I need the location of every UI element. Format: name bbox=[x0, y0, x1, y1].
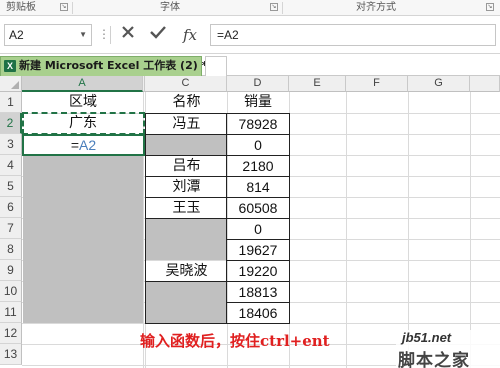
selected-blank-range[interactable] bbox=[23, 156, 143, 323]
ribbon-group-alignment: 对齐方式 bbox=[356, 2, 396, 13]
group-divider bbox=[282, 2, 283, 14]
ribbon-group-labels: 剪贴板 ↘ 字体 ↘ 对齐方式 ↘ bbox=[0, 0, 500, 16]
excel-icon: X bbox=[4, 60, 16, 72]
row-header[interactable]: 11 bbox=[0, 302, 22, 323]
cell-d11[interactable]: 18406 bbox=[227, 303, 289, 323]
row-header[interactable]: 3 bbox=[0, 134, 22, 155]
cell-d6[interactable]: 60508 bbox=[227, 198, 289, 218]
cell-d5[interactable]: 814 bbox=[227, 177, 289, 197]
column-header-g[interactable]: G bbox=[408, 76, 470, 92]
column-header-h[interactable] bbox=[470, 76, 500, 92]
font-launcher-icon[interactable]: ↘ bbox=[270, 3, 278, 11]
cell-a2[interactable]: 广东 bbox=[23, 113, 143, 134]
column-header-d[interactable]: D bbox=[227, 76, 289, 92]
column-header-c[interactable]: C bbox=[145, 76, 227, 92]
row-header[interactable]: 5 bbox=[0, 176, 22, 197]
cell-c9[interactable]: 吴晓波 bbox=[146, 261, 227, 281]
row-header[interactable]: 6 bbox=[0, 197, 22, 218]
cell-d7[interactable]: 0 bbox=[227, 219, 289, 239]
column-header-e[interactable]: E bbox=[289, 76, 346, 92]
select-all-corner[interactable] bbox=[0, 76, 22, 92]
row-header[interactable]: 10 bbox=[0, 281, 22, 302]
chevron-down-icon[interactable]: ▼ bbox=[79, 25, 87, 45]
row-header[interactable]: 12 bbox=[0, 323, 22, 344]
alignment-launcher-icon[interactable]: ↘ bbox=[486, 3, 494, 11]
enter-button[interactable] bbox=[146, 24, 170, 46]
cell-a1[interactable]: 区域 bbox=[23, 92, 143, 113]
column-header-a[interactable]: A bbox=[22, 76, 143, 92]
row-header[interactable]: 13 bbox=[0, 344, 22, 365]
watermark: jb51.net 脚本之家 bbox=[396, 330, 500, 368]
cancel-button[interactable] bbox=[116, 24, 140, 46]
cell-d8[interactable]: 19627 bbox=[227, 240, 289, 260]
group-divider bbox=[72, 2, 73, 14]
cell-d2[interactable]: 78928 bbox=[227, 114, 289, 134]
column-header-f[interactable]: F bbox=[346, 76, 408, 92]
row-header[interactable]: 4 bbox=[0, 155, 22, 176]
workbook-tab[interactable]: X 新建 Microsoft Excel 工作表 (2) * bbox=[0, 56, 207, 76]
cell-d9[interactable]: 19220 bbox=[227, 261, 289, 281]
row-header[interactable]: 8 bbox=[0, 239, 22, 260]
new-workbook-tab[interactable] bbox=[205, 56, 227, 76]
cell-d1[interactable]: 销量 bbox=[227, 92, 289, 113]
cell-c1[interactable]: 名称 bbox=[146, 92, 227, 113]
name-box[interactable]: A2 ▼ bbox=[4, 24, 92, 46]
cell-a3-formula: =A2 bbox=[24, 136, 143, 154]
workbook-tab-bar: X 新建 Microsoft Excel 工作表 (2) * bbox=[0, 54, 500, 76]
active-cell-a3[interactable]: =A2 bbox=[22, 134, 145, 156]
row-header[interactable]: 1 bbox=[0, 92, 22, 113]
cell-c2[interactable]: 冯五 bbox=[146, 114, 227, 134]
formula-equals: = bbox=[70, 137, 80, 153]
cell-d10[interactable]: 18813 bbox=[227, 282, 289, 302]
watermark-url: jb51.net bbox=[402, 330, 452, 345]
formula-input[interactable]: =A2 bbox=[210, 24, 496, 46]
fx-icon: fx bbox=[182, 26, 197, 44]
drag-handle-icon[interactable]: ⋮ bbox=[98, 25, 110, 43]
row-header[interactable]: 7 bbox=[0, 218, 22, 239]
formula-bar-divider bbox=[110, 26, 111, 44]
formula-bar: A2 ▼ ⋮ fx =A2 bbox=[0, 16, 500, 54]
watermark-name: 脚本之家 bbox=[398, 351, 470, 368]
cell-d3[interactable]: 0 bbox=[227, 135, 289, 155]
cell-d4[interactable]: 2180 bbox=[227, 156, 289, 176]
row-header[interactable]: 2 bbox=[0, 113, 22, 134]
cell-c5[interactable]: 刘潭 bbox=[146, 177, 227, 197]
ribbon-group-clipboard: 剪贴板 bbox=[6, 2, 36, 13]
formula-reference: A2 bbox=[79, 137, 97, 153]
instruction-annotation: 输入函数后，按住ctrl+ent bbox=[140, 332, 330, 350]
name-box-value: A2 bbox=[9, 28, 24, 42]
formula-value: =A2 bbox=[217, 28, 239, 42]
close-icon bbox=[122, 26, 134, 38]
select-all-icon bbox=[11, 81, 19, 89]
checkmark-icon bbox=[150, 26, 166, 39]
spreadsheet-grid[interactable]: A C D E F G 1 2 3 4 5 6 7 8 9 10 11 12 1… bbox=[0, 76, 500, 368]
cell-c6[interactable]: 王玉 bbox=[146, 198, 227, 218]
insert-function-button[interactable]: fx bbox=[178, 24, 202, 46]
cell-c4[interactable]: 吕布 bbox=[146, 156, 227, 176]
workbook-tab-title: 新建 Microsoft Excel 工作表 (2) * bbox=[19, 59, 208, 72]
ribbon-group-font: 字体 bbox=[160, 2, 180, 13]
clipboard-launcher-icon[interactable]: ↘ bbox=[60, 3, 68, 11]
row-header[interactable]: 9 bbox=[0, 260, 22, 281]
